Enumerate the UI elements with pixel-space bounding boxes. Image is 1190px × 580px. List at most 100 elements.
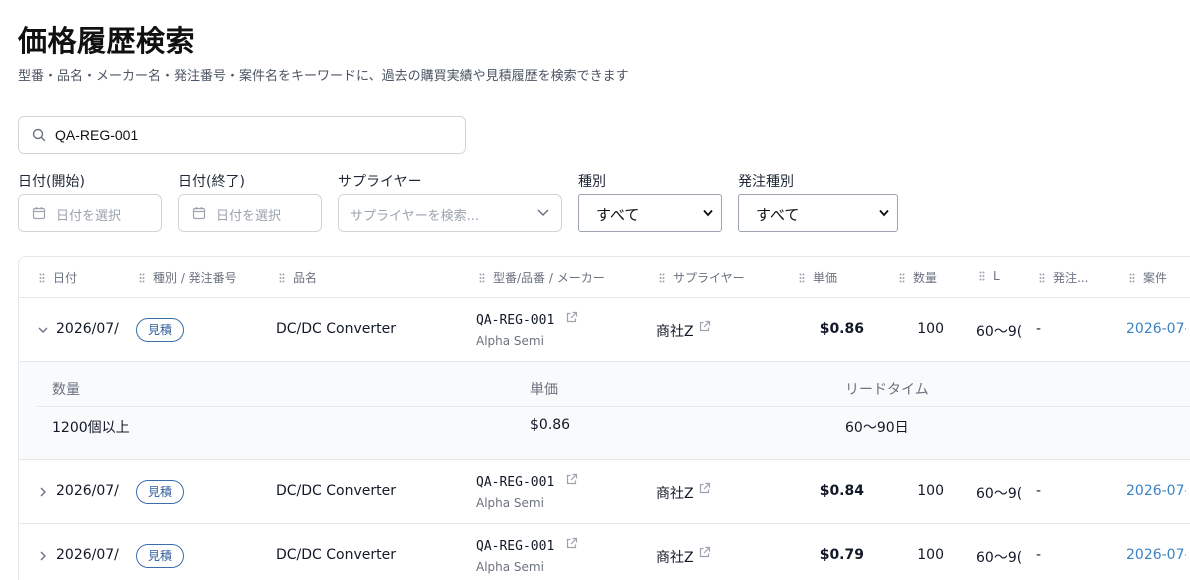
external-link-icon[interactable] [565,473,578,486]
chevron-down-icon[interactable] [37,324,49,336]
row-model-number[interactable]: QA-REG-001 [476,475,554,490]
drag-handle-icon[interactable] [1039,273,1045,283]
row-quantity: 100 [917,547,944,563]
search-input[interactable] [55,118,455,152]
page-subtitle: 型番・品名・メーカー名・発注番号・案件名をキーワードに、過去の購買実績や見積履歴… [18,69,629,84]
column-header-order-kind-label: 発注... [1053,271,1089,285]
row-date: 2026/07/2 [56,483,120,499]
type-select-value: すべて [596,206,640,224]
row-supplier[interactable]: 商社Z [656,483,694,503]
supplier-placeholder: サプライヤーを検索... [350,209,480,224]
column-header-lead[interactable]: L [979,269,1000,283]
type-label: 種別 [578,174,606,190]
row-unit-price: $0.86 [819,321,864,337]
column-header-model-maker[interactable]: 型番/品番 / メーカー [479,269,605,286]
table-row[interactable]: 2026/07/2 見積 DC/DC Converter QA-REG-001 … [19,460,1190,524]
chevron-down-icon [879,209,889,217]
column-header-quantity-label: 数量 [913,271,938,285]
row-project-link[interactable]: 2026-07- [1126,321,1186,337]
quote-badge: 見積 [136,544,185,568]
drag-handle-icon[interactable] [1129,273,1135,283]
row-unit-price: $0.79 [819,547,864,563]
row-project-link[interactable]: 2026-07- [1126,483,1186,499]
chevron-right-icon[interactable] [37,550,49,562]
calendar-icon [32,207,46,220]
quote-badge: 見積 [136,480,185,504]
row-model-number[interactable]: QA-REG-001 [476,313,554,328]
date-end-picker[interactable]: 日付を選択 [178,194,322,232]
row-order-kind: - [1036,547,1042,563]
quote-badge: 見積 [136,318,185,342]
drag-handle-icon[interactable] [659,273,665,283]
detail-quantity-value: 1200個以上 [52,420,130,436]
date-start-placeholder: 日付を選択 [56,209,122,224]
drag-handle-icon[interactable] [279,273,285,283]
detail-quantity-header: 数量 [52,382,80,398]
column-header-price-label: 単価 [813,271,838,285]
date-start-picker[interactable]: 日付を選択 [18,194,162,232]
page-title: 価格履歴検索 [18,24,196,58]
divider [37,406,1190,407]
column-header-date-label: 日付 [53,271,78,285]
column-header-model-maker-label: 型番/品番 / メーカー [493,271,605,285]
row-product-name: DC/DC Converter [276,483,397,499]
supplier-label: サプライヤー [338,174,422,190]
column-header-order-kind[interactable]: 発注... [1039,269,1088,286]
date-end-label: 日付(終了) [178,174,245,190]
external-link-icon[interactable] [565,537,578,550]
column-header-product[interactable]: 品名 [279,269,317,286]
date-end-placeholder: 日付を選択 [216,209,282,224]
column-header-type-order-label: 種別 / 発注番号 [153,271,237,285]
row-date: 2026/07/2 [56,547,120,563]
detail-price-header: 単価 [530,382,558,398]
detail-lead-time-header: リードタイム [845,382,929,398]
row-unit-price: $0.84 [819,483,864,499]
chevron-right-icon[interactable] [37,486,49,498]
external-link-icon[interactable] [698,546,711,559]
detail-lead-time-value: 60〜90日 [845,420,909,436]
drag-handle-icon[interactable] [799,273,805,283]
row-maker: Alpha Semi [476,560,544,574]
column-header-type-order[interactable]: 種別 / 発注番号 [139,269,237,286]
column-header-project-label: 案件 [1143,271,1168,285]
drag-handle-icon[interactable] [899,273,905,283]
row-maker: Alpha Semi [476,496,544,510]
row-supplier[interactable]: 商社Z [656,321,694,341]
row-maker: Alpha Semi [476,334,544,348]
supplier-combobox[interactable]: サプライヤーを検索... [338,194,562,232]
external-link-icon[interactable] [698,320,711,333]
column-header-project[interactable]: 案件 [1129,269,1167,286]
order-type-select-value: すべて [756,206,800,224]
row-model-number[interactable]: QA-REG-001 [476,539,554,554]
table-row[interactable]: 2026/07/2 見積 DC/DC Converter QA-REG-001 … [19,298,1190,362]
external-link-icon[interactable] [565,311,578,324]
external-link-icon[interactable] [698,482,711,495]
column-header-date[interactable]: 日付 [39,269,77,286]
row-order-kind: - [1036,483,1042,499]
drag-handle-icon[interactable] [979,271,985,281]
row-lead-time: 60〜9( [976,550,1022,566]
row-project-link[interactable]: 2026-07- [1126,547,1186,563]
order-type-label: 発注種別 [738,174,794,190]
row-lead-time: 60〜9( [976,486,1022,502]
row-product-name: DC/DC Converter [276,321,397,337]
search-icon [32,128,46,142]
search-box[interactable] [18,116,466,154]
row-date: 2026/07/2 [56,321,120,337]
column-header-quantity[interactable]: 数量 [899,269,937,286]
table-row[interactable]: 2026/07/2 見積 DC/DC Converter QA-REG-001 … [19,524,1190,580]
column-header-supplier[interactable]: サプライヤー [659,269,745,286]
drag-handle-icon[interactable] [139,273,145,283]
date-start-label: 日付(開始) [18,174,85,190]
chevron-down-icon [703,209,713,217]
row-product-name: DC/DC Converter [276,547,397,563]
table-header: 日付 種別 / 発注番号 品名 型番/品番 / メーカー サプライヤー 単価 数… [19,257,1190,298]
column-header-price[interactable]: 単価 [799,269,837,286]
order-type-select[interactable]: すべて [738,194,898,232]
drag-handle-icon[interactable] [479,273,485,283]
calendar-icon [192,207,206,220]
row-supplier[interactable]: 商社Z [656,547,694,567]
type-select[interactable]: すべて [578,194,722,232]
detail-price-value: $0.86 [530,417,571,433]
drag-handle-icon[interactable] [39,273,45,283]
